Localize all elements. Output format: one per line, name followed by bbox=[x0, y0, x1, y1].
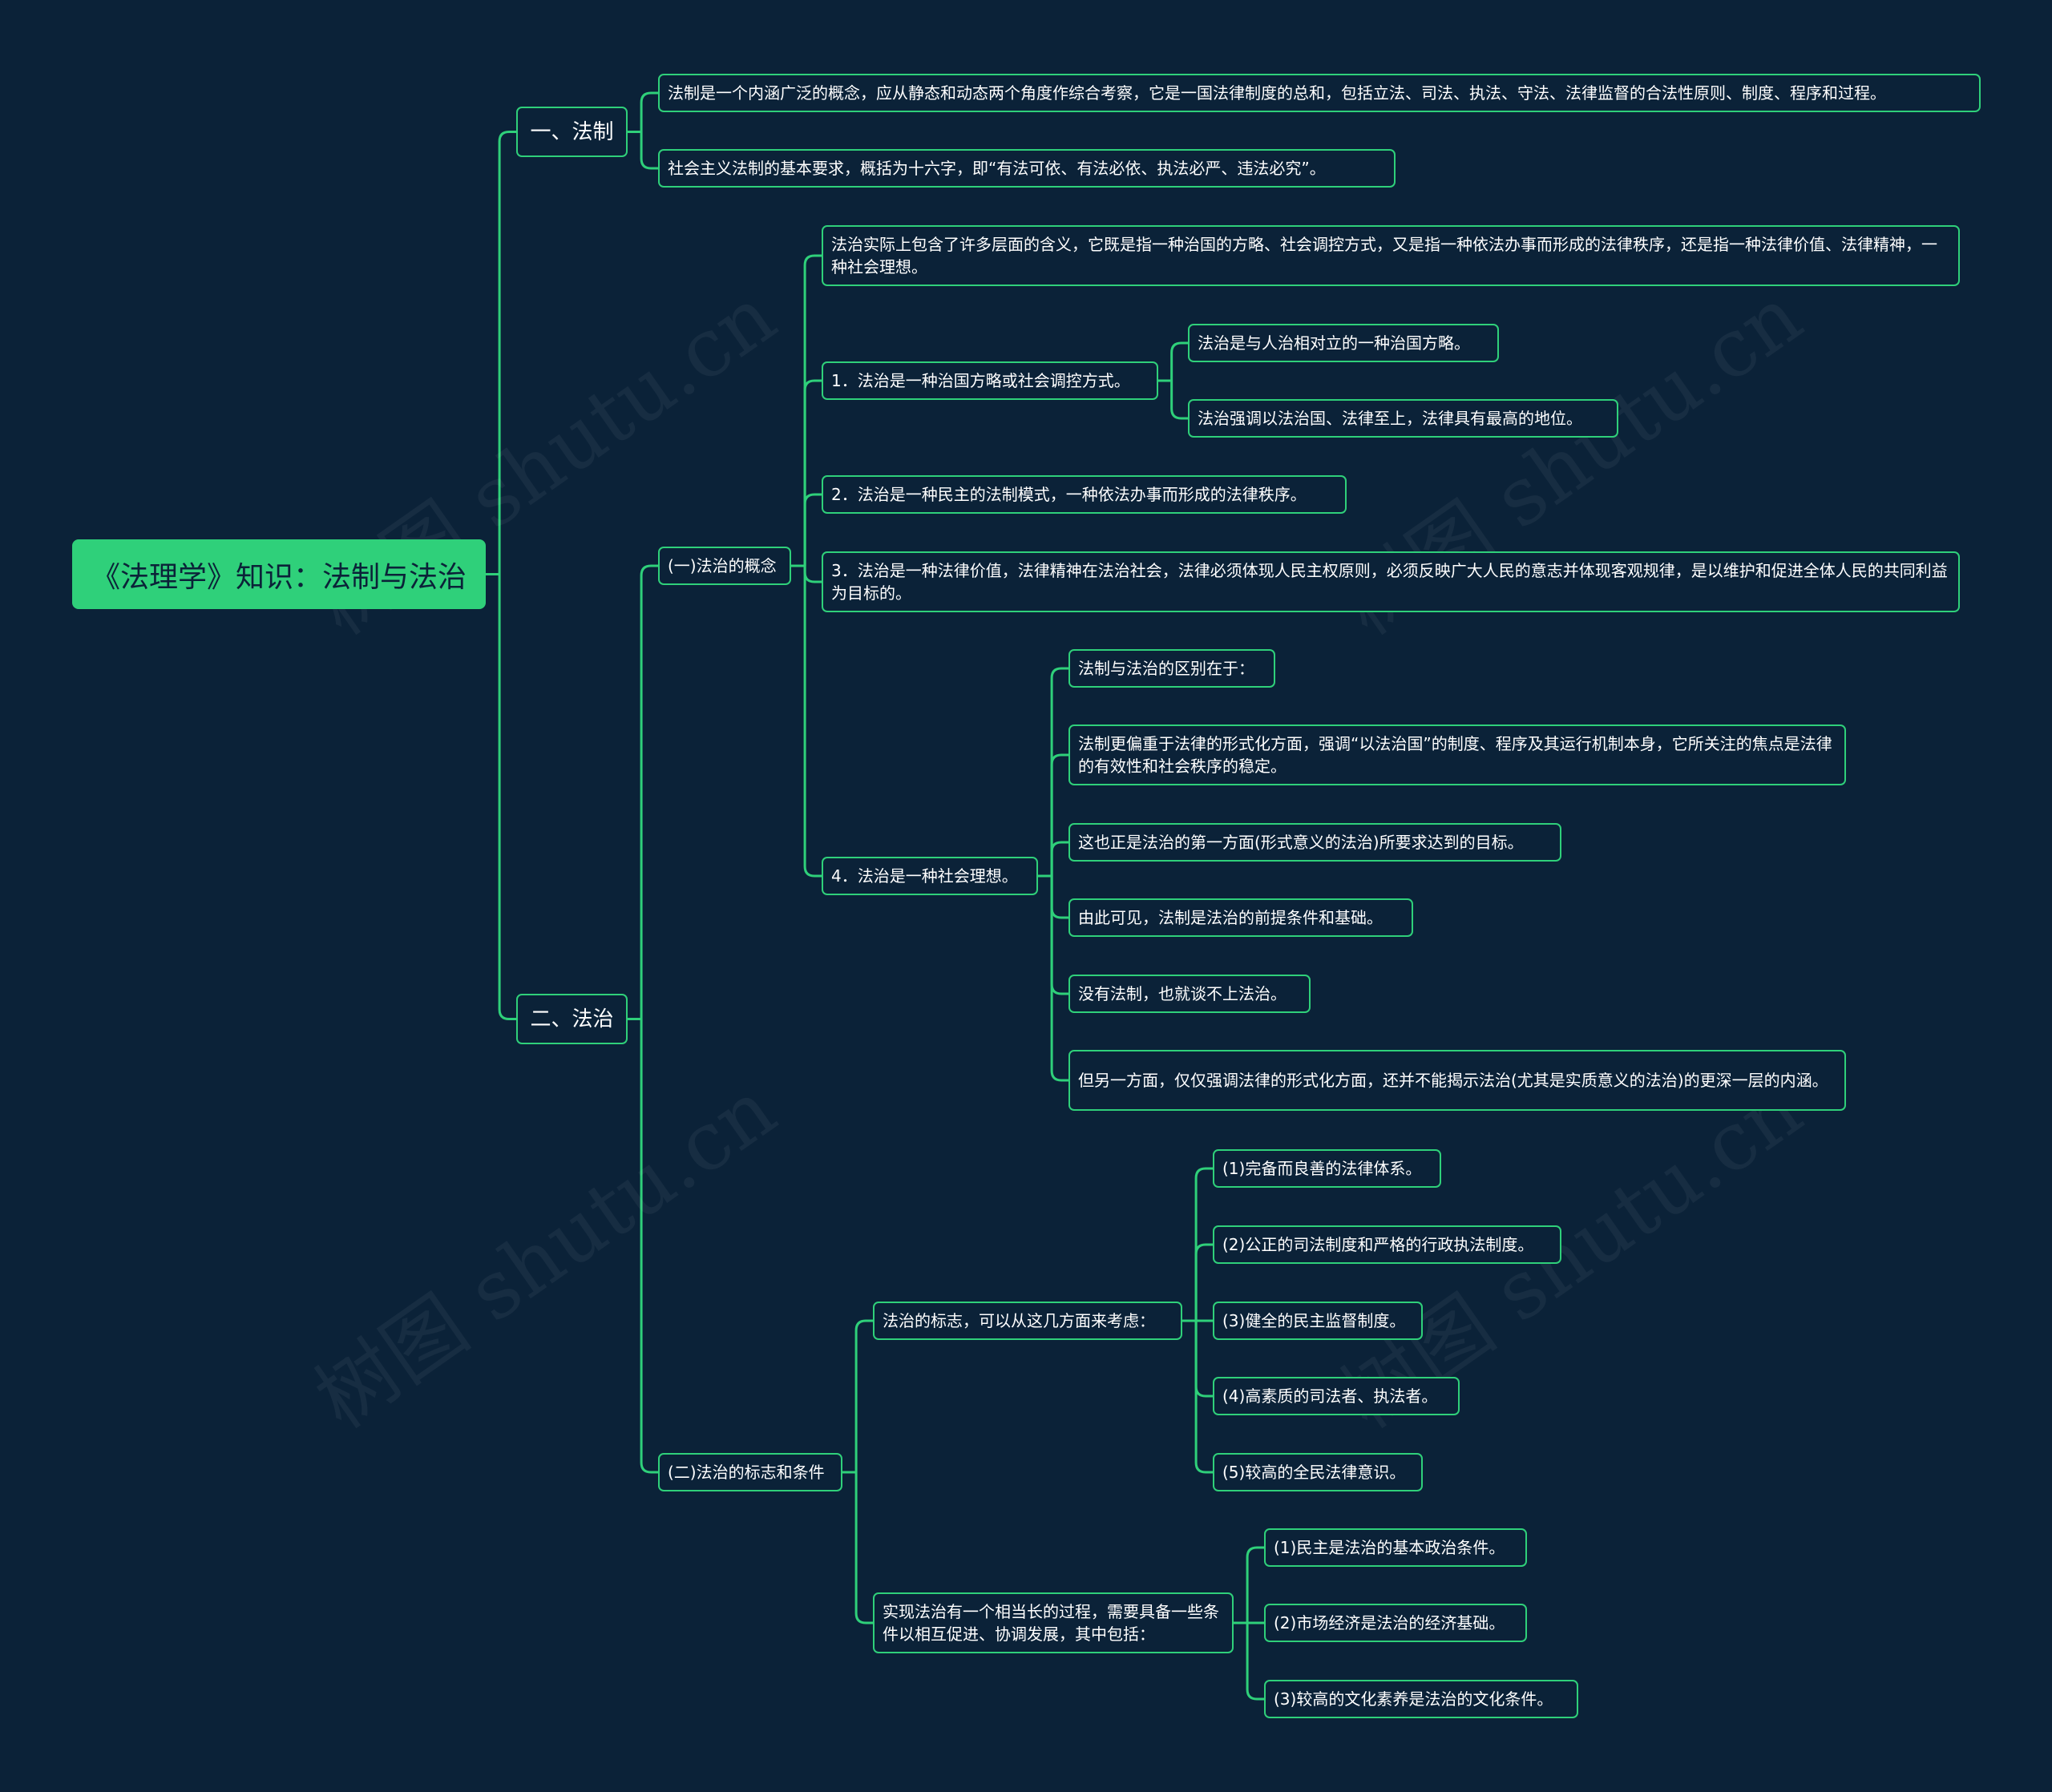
connector bbox=[1050, 876, 1068, 1082]
node-sign-4[interactable]: (4)高素质的司法者、执法者。 bbox=[1213, 1377, 1460, 1415]
node-concept-point-2[interactable]: 2．法治是一种民主的法制模式，一种依法办事而形成的法律秩序。 bbox=[822, 475, 1347, 514]
node-sign-1[interactable]: (1)完备而良善的法律体系。 bbox=[1213, 1149, 1441, 1188]
node-sign-5[interactable]: (5)较高的全民法律意识。 bbox=[1213, 1453, 1423, 1491]
node-condition-3[interactable]: (3)较高的文化素养是法治的文化条件。 bbox=[1264, 1680, 1578, 1718]
connector bbox=[803, 566, 822, 583]
node-p1-item-1[interactable]: 法治是与人治相对立的一种治国方略。 bbox=[1188, 324, 1499, 362]
node-concept[interactable]: (一)法治的概念 bbox=[658, 547, 791, 585]
node-concept-point-3[interactable]: 3．法治是一种法律价值，法律精神在法治社会，法律必须体现人民主权原则，必须反映广… bbox=[822, 551, 1960, 612]
node-fazhi-rule-of-law[interactable]: 二、法治 bbox=[516, 994, 628, 1044]
connector bbox=[1170, 381, 1188, 420]
node-concept-point-4[interactable]: 4．法治是一种社会理想。 bbox=[822, 857, 1038, 895]
node-concept-intro[interactable]: 法治实际上包含了许多层面的含义，它既是指一种治国的方略、社会调控方式，又是指一种… bbox=[822, 225, 1960, 286]
node-sign-2[interactable]: (2)公正的司法制度和严格的行政执法制度。 bbox=[1213, 1225, 1561, 1264]
connector bbox=[803, 493, 822, 566]
node-legal-system-requirements[interactable]: 社会主义法制的基本要求，概括为十六字，即“有法可依、有法必依、执法必严、违法必究… bbox=[658, 149, 1396, 188]
node-p4-item-5[interactable]: 没有法制，也就谈不上法治。 bbox=[1068, 975, 1311, 1013]
node-concept-point-1[interactable]: 1．法治是一种治国方略或社会调控方式。 bbox=[822, 361, 1158, 400]
node-condition-1[interactable]: (1)民主是法治的基本政治条件。 bbox=[1264, 1528, 1527, 1567]
node-p4-item-2[interactable]: 法制更偏重于法律的形式化方面，强调“以法治国”的制度、程序及其运行机制本身，它所… bbox=[1068, 724, 1846, 785]
connector bbox=[640, 131, 658, 170]
connector bbox=[1194, 1243, 1213, 1321]
node-p1-item-2[interactable]: 法治强调以法治国、法律至上，法律具有最高的地位。 bbox=[1188, 399, 1618, 438]
node-marks-conditions[interactable]: (二)法治的标志和条件 bbox=[658, 1453, 842, 1491]
connector bbox=[803, 379, 822, 566]
node-conditions[interactable]: 实现法治有一个相当长的过程，需要具备一些条件以相互促进、协调发展，其中包括： bbox=[873, 1592, 1234, 1653]
connector bbox=[640, 564, 658, 1019]
node-sign-3[interactable]: (3)健全的民主监督制度。 bbox=[1213, 1302, 1423, 1340]
node-legal-system-definition[interactable]: 法制是一个内涵广泛的概念，应从静态和动态两个角度作综合考察，它是一国法律制度的总… bbox=[658, 74, 1981, 112]
node-condition-2[interactable]: (2)市场经济是法治的经济基础。 bbox=[1264, 1604, 1527, 1642]
connector bbox=[640, 91, 658, 132]
root-node[interactable]: 《法理学》知识：法制与法治 bbox=[72, 539, 486, 609]
connector bbox=[1050, 876, 1068, 919]
node-p4-item-3[interactable]: 这也正是法治的第一方面(形式意义的法治)所要求达到的目标。 bbox=[1068, 823, 1561, 862]
connector bbox=[803, 566, 822, 878]
connector bbox=[1050, 753, 1068, 876]
connector bbox=[803, 254, 822, 566]
connector bbox=[1246, 1623, 1264, 1701]
connector bbox=[1246, 1546, 1264, 1623]
connector bbox=[498, 574, 516, 1020]
connector bbox=[854, 1472, 873, 1625]
mindmap-canvas: 树图 shutu.cn 树图 shutu.cn 树图 shutu.cn 树图 s… bbox=[0, 0, 2052, 1792]
connector bbox=[854, 1319, 873, 1472]
node-p4-item-4[interactable]: 由此可见，法制是法治的前提条件和基础。 bbox=[1068, 898, 1413, 937]
connector bbox=[1050, 841, 1068, 876]
connector bbox=[1050, 876, 1068, 995]
node-signs[interactable]: 法治的标志，可以从这几方面来考虑： bbox=[873, 1302, 1182, 1340]
connector bbox=[1170, 341, 1188, 381]
connector bbox=[498, 131, 516, 575]
node-p4-item-6[interactable]: 但另一方面，仅仅强调法律的形式化方面，还并不能揭示法治(尤其是实质意义的法治)的… bbox=[1068, 1050, 1846, 1111]
connector bbox=[640, 1019, 658, 1474]
connector bbox=[1194, 1321, 1213, 1398]
node-fazhi-legal-system[interactable]: 一、法制 bbox=[516, 107, 628, 157]
node-p4-item-1[interactable]: 法制与法治的区别在于： bbox=[1068, 649, 1275, 688]
